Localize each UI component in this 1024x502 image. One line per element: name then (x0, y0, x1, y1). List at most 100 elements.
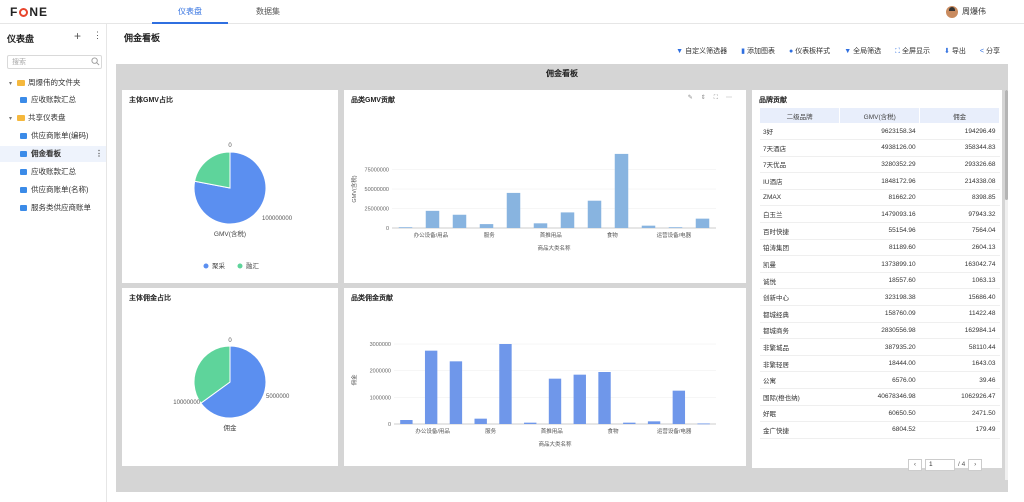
custom-filter-button[interactable]: ▼ 自定义筛选器 (676, 46, 727, 58)
share-button[interactable]: < 分享 (980, 46, 1000, 58)
folder-icon (17, 115, 25, 121)
dashboard-icon (20, 169, 27, 175)
scrollbar-thumb[interactable] (1005, 90, 1008, 200)
prev-page-button[interactable]: ‹ (908, 459, 922, 471)
table-row[interactable]: IU酒店 1848172.96 214338.08 (760, 172, 1000, 190)
tab-dashboard[interactable]: 仪表盘 (152, 0, 228, 24)
bar-chart-commission: 0 1000000 2000000 3000000 佣金办公设备/用品 服务 首推用品 食物 运… (350, 342, 716, 448)
table-header[interactable]: GMV(含税) (839, 108, 921, 123)
button-label: 全屏显示 (902, 48, 931, 55)
table-row[interactable]: 铂涛集团 81189.60 2604.13 (760, 239, 1000, 257)
table-row[interactable]: 都城经典 158760.09 11422.48 (760, 305, 1000, 323)
table-row[interactable]: 凯曼 1373899.10 163042.74 (760, 255, 1000, 273)
table-cell: IU酒店 (760, 172, 840, 190)
y-tick-label: 25000000 (365, 207, 389, 213)
bar (449, 361, 463, 424)
next-page-button[interactable]: › (968, 459, 983, 471)
x-tick-label: 办公设备/用品 (415, 427, 450, 435)
pie-label: 0 (228, 338, 232, 344)
dashboard-icon (20, 133, 27, 139)
table-row[interactable]: 7天酒店 4938126.00 358344.83 (760, 139, 1000, 157)
more-vertical-icon[interactable]: ⋮ (95, 146, 103, 162)
table-header[interactable]: 佣金 (919, 108, 1000, 123)
table-header[interactable]: 二级品牌 (760, 108, 841, 123)
more-vertical-icon[interactable]: ⋮ (93, 30, 102, 41)
card-category-gmv[interactable]: 品类GMV贡献 ✎⇕⛶⋯ 0 25000000 50000000 75000000 GM… (344, 90, 746, 283)
table-row[interactable]: 好眠 60650.50 2471.50 (760, 405, 1000, 423)
table-cell: 39.46 (919, 371, 1000, 389)
bar (614, 153, 629, 228)
y-tick-label: 1000000 (370, 395, 391, 401)
global-filter-button[interactable]: ▼ 全局筛选 (844, 46, 881, 58)
sidebar-item-supplier-bill-code[interactable]: 供应商账单(编码) (0, 128, 106, 144)
table-row[interactable]: 金广快捷 6804.52 179.49 (760, 421, 1000, 439)
card-gmv-share[interactable]: 主体GMV占比 0 100000000 GMV(含税) 聚采 融汇 (122, 90, 338, 283)
bar-chart-icon: ▮ (741, 48, 745, 55)
sidebar-item-service-supplier-bill[interactable]: 服务类供应商账单 (0, 200, 106, 216)
sidebar-folder-shared[interactable]: ▾ 共享仪表盘 (0, 110, 106, 126)
sidebar-item-receivables[interactable]: 应收账款汇总 (0, 92, 106, 108)
table-cell: 1848172.96 (839, 172, 920, 190)
bar (533, 223, 548, 228)
table-row[interactable]: 非繁轻居 18444.00 1643.03 (760, 355, 1000, 373)
x-tick-label: 首推用品 (541, 427, 564, 435)
table-row[interactable]: 3好 9623158.34 194296.49 (760, 123, 1000, 141)
sidebar-item-receivables-2[interactable]: 应收账款汇总 (0, 164, 106, 180)
table-row[interactable]: 7天优品 3280352.29 293326.68 (760, 156, 1000, 174)
toolbar: ▼ 自定义筛选器 ▮ 添加图表 ● 仪表板样式 ▼ 全局筛选 ⛶ 全屏显示 ⬇ 导出 < 分享 (662, 46, 1000, 58)
pie-chart-commission: 0 5000000 10000000 佣金 (173, 338, 290, 432)
table-row[interactable]: 都城商务 2830556.98 162984.14 (760, 322, 1000, 340)
user-menu[interactable]: 周爆伟 (946, 5, 986, 19)
card-commission-share[interactable]: 主体佣金占比 0 5000000 10000000 佣金 (122, 288, 338, 466)
table-cell: 1643.03 (919, 355, 1000, 373)
table-row[interactable]: ZMAX 81662.20 8398.85 (760, 189, 1000, 207)
scrollbar[interactable] (1005, 90, 1008, 480)
dashboard-style-button[interactable]: ● 仪表板样式 (789, 46, 830, 58)
table-row[interactable]: 诚悦 18557.60 1063.13 (760, 272, 1000, 290)
sidebar-item-label: 周爆伟的文件夹 (28, 78, 81, 87)
table-cell: 4938126.00 (839, 139, 920, 157)
table-cell: ZMAX (760, 189, 840, 207)
table-cell: 2471.50 (919, 405, 1000, 423)
table-row[interactable]: 创新中心 323198.38 15686.40 (760, 288, 1000, 307)
search-icon[interactable] (91, 57, 100, 66)
table-cell: 6576.00 (839, 371, 920, 389)
pie-label: 100000000 (262, 216, 293, 222)
table-cell: 凯曼 (760, 255, 840, 273)
y-tick-label: 3000000 (370, 342, 391, 348)
app-logo[interactable]: F NE (10, 5, 48, 19)
table-row[interactable]: 非繁城品 387935.20 58110.44 (760, 338, 1000, 356)
table-cell: 创新中心 (760, 288, 840, 307)
pie-axis-label: GMV(含税) (214, 229, 246, 238)
export-button[interactable]: ⬇ 导出 (944, 46, 966, 58)
table-row[interactable]: 白玉兰 1479093.16 97943.32 (760, 205, 1000, 224)
sidebar-item-label: 供应商账单(名称) (31, 185, 89, 194)
table-row[interactable]: 公寓 6576.00 39.46 (760, 371, 1000, 389)
table-cell: 7564.04 (919, 222, 1000, 240)
bar (560, 212, 575, 228)
sidebar: 仪表盘 + ⋮ ▾ 周爆伟的文件夹 应收账款汇总 ▾ 共享仪表盘 供应商账单(编码)… (0, 24, 107, 502)
table-row[interactable]: 国际(橙也纳) 40678346.98 1062926.47 (760, 388, 1000, 406)
table-cell: 1063.13 (919, 272, 1000, 290)
table-cell: 2604.13 (919, 239, 1000, 257)
tab-dataset[interactable]: 数据集 (240, 0, 296, 24)
bar (623, 422, 636, 424)
bar (479, 224, 494, 228)
sidebar-item-supplier-bill-name[interactable]: 供应商账单(名称) (0, 182, 106, 198)
add-icon[interactable]: + (74, 29, 81, 43)
page-input[interactable]: 1 (925, 459, 955, 471)
sidebar-folder-personal[interactable]: ▾ 周爆伟的文件夹 (0, 75, 106, 91)
fullscreen-button[interactable]: ⛶ 全屏显示 (895, 46, 930, 58)
pie-chart-gmv: 0 100000000 GMV(含税) 聚采 融汇 (193, 143, 293, 270)
sidebar-title: 仪表盘 (7, 34, 35, 44)
add-chart-button[interactable]: ▮ 添加图表 (741, 46, 775, 58)
card-brand-contribution[interactable]: 品牌贡献 二级品牌 GMV(含税) 佣金 3好 9623158.34 194296.49… (752, 90, 1002, 468)
bar (647, 421, 661, 424)
card-category-commission[interactable]: 品类佣金贡献 0 1000000 2000000 3000000 佣金 办公设备/用品 服务… (344, 288, 746, 466)
pie-label: 5000000 (266, 394, 290, 400)
search-input[interactable] (7, 55, 102, 69)
sidebar-item-commission-board[interactable]: 佣金看板 ⋮ (0, 146, 106, 162)
table-row[interactable]: 百时快捷 55154.96 7564.04 (760, 222, 1000, 240)
table-cell: 323198.38 (839, 288, 920, 307)
legend-marker (203, 263, 209, 269)
